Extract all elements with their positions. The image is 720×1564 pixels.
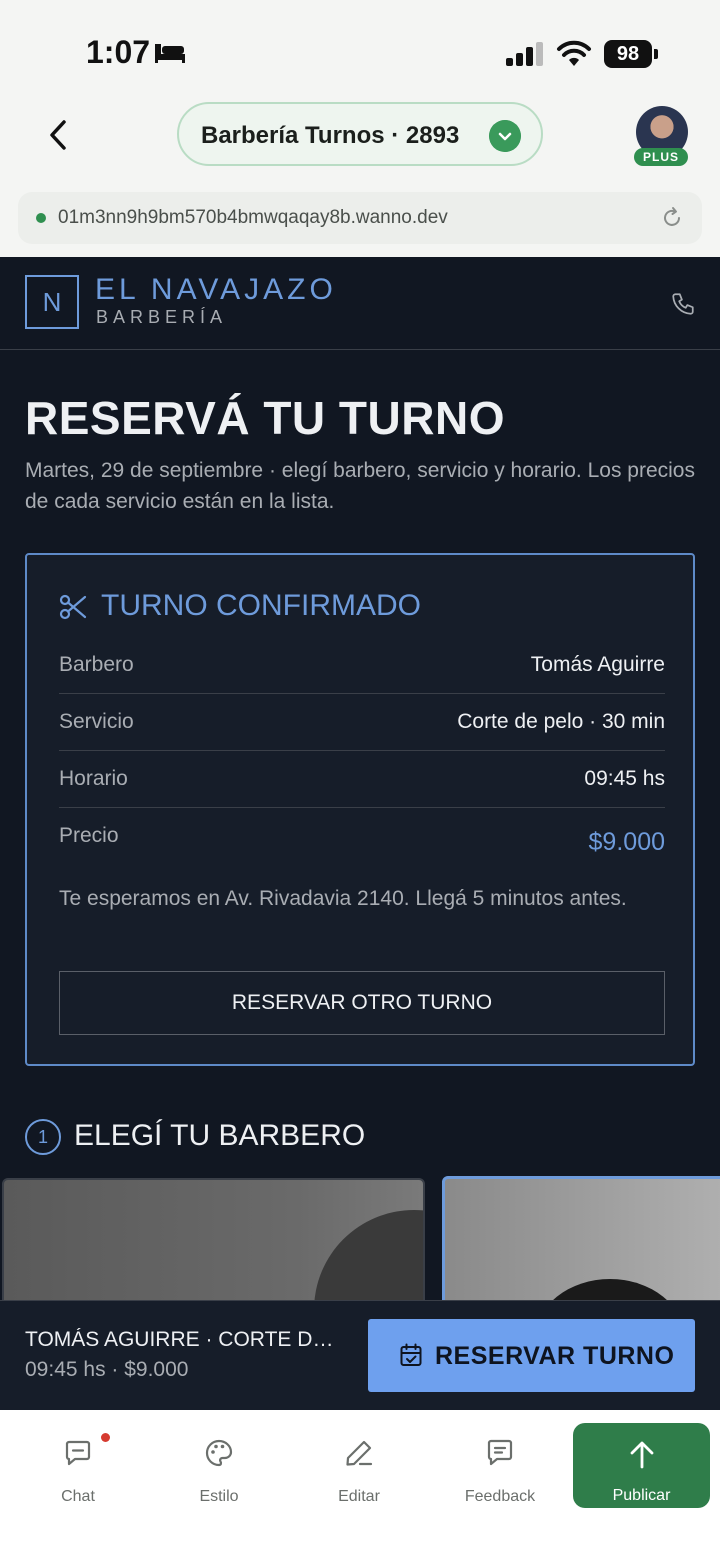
book-appointment-label: RESERVAR TURNO	[435, 1342, 675, 1370]
detail-row-barbero: Barbero Tomás Aguirre	[59, 637, 665, 694]
price-value: $9.000	[588, 828, 665, 856]
palette-icon	[205, 1439, 233, 1467]
app-header: Barbería Turnos · 2893 PLUS	[0, 100, 720, 180]
detail-row-precio: Precio $9.000	[59, 808, 665, 865]
detail-label: Precio	[59, 824, 119, 847]
url-text: 01m3nn9h9bm570b4bmwqaqay8b.wanno.dev	[58, 207, 448, 228]
feedback-icon	[487, 1439, 513, 1466]
step-title: ELEGÍ TU BARBERO	[74, 1119, 366, 1152]
booking-detail: 09:45 hs · $9.000	[25, 1358, 189, 1381]
pencil-icon	[346, 1440, 373, 1466]
chat-icon	[65, 1440, 91, 1466]
arrow-up-icon	[630, 1441, 654, 1469]
detail-value: 09:45 hs	[584, 767, 665, 790]
tab-label: Feedback	[464, 1488, 536, 1505]
chevron-down-icon	[489, 120, 521, 152]
page-title: RESERVÁ TU TURNO	[25, 392, 505, 444]
detail-value: Tomás Aguirre	[530, 653, 665, 676]
calendar-check-icon	[400, 1343, 422, 1366]
book-appointment-button[interactable]: RESERVAR TURNO	[368, 1319, 695, 1392]
tab-label: Chat	[61, 1488, 95, 1505]
notification-dot	[101, 1433, 110, 1442]
page-intro: Martes, 29 de septiembre · elegí barbero…	[25, 459, 695, 513]
brand-subtitle: BARBERÍA	[96, 307, 228, 327]
publish-button[interactable]: Publicar	[573, 1423, 710, 1508]
publish-label: Publicar	[612, 1487, 671, 1504]
detail-value: Corte de pelo · 30 min	[457, 710, 665, 733]
sleep-bed-icon	[155, 44, 185, 63]
barber-card-photo[interactable]	[2, 1178, 425, 1308]
step-number: 1	[25, 1119, 61, 1155]
secure-status-dot	[36, 213, 46, 223]
url-bar[interactable]: 01m3nn9h9bm570b4bmwqaqay8b.wanno.dev	[18, 192, 702, 244]
booking-summary-bar: TOMÁS AGUIRRE · CORTE DE ... 09:45 hs · …	[0, 1300, 720, 1410]
tab-label: Estilo	[199, 1488, 239, 1505]
signal-icon	[506, 42, 543, 66]
wifi-icon	[557, 40, 591, 66]
back-chevron-icon[interactable]	[44, 118, 74, 152]
tab-feedback[interactable]: Feedback	[430, 1422, 570, 1508]
tab-editar[interactable]: Editar	[289, 1422, 429, 1508]
plus-badge: PLUS	[634, 148, 688, 166]
scissors-icon	[59, 594, 87, 620]
confirmation-title: TURNO CONFIRMADO	[101, 589, 421, 622]
tab-chat[interactable]: Chat	[8, 1422, 148, 1508]
detail-label: Barbero	[59, 653, 134, 676]
barber-card-photo-selected[interactable]	[442, 1176, 720, 1308]
detail-row-servicio: Servicio Corte de pelo · 30 min	[59, 694, 665, 751]
site-preview: N EL NAVAJAZO BARBERÍA RESERVÁ TU TURNO …	[0, 257, 720, 1410]
battery-level: 98	[604, 40, 652, 68]
book-another-button[interactable]: RESERVAR OTRO TURNO	[59, 971, 665, 1035]
tab-label: Editar	[338, 1488, 380, 1505]
reload-icon[interactable]	[660, 206, 684, 230]
booking-summary: TOMÁS AGUIRRE · CORTE DE ...	[25, 1328, 345, 1351]
detail-label: Servicio	[59, 710, 134, 733]
confirmation-card: TURNO CONFIRMADO Barbero Tomás Aguirre S…	[25, 553, 695, 1066]
phone-icon[interactable]	[670, 291, 696, 317]
site-header: N EL NAVAJAZO BARBERÍA	[0, 257, 720, 350]
brand-name: EL NAVAJAZO	[95, 273, 337, 306]
project-title: Barbería Turnos · 2893	[201, 122, 460, 149]
detail-label: Horario	[59, 767, 128, 790]
arrival-note: Te esperamos en Av. Rivadavia 2140. Lleg…	[59, 887, 627, 910]
status-bar: 1:07 98	[0, 0, 720, 100]
site-logo[interactable]: N	[25, 275, 79, 329]
tab-estilo[interactable]: Estilo	[149, 1422, 289, 1508]
status-time: 1:07	[86, 34, 151, 70]
battery-indicator: 98	[604, 40, 658, 68]
project-switcher[interactable]: Barbería Turnos · 2893	[177, 102, 543, 166]
detail-row-horario: Horario 09:45 hs	[59, 751, 665, 808]
bottom-tab-bar: Chat Estilo Editar Feedback Publicar	[0, 1410, 720, 1564]
